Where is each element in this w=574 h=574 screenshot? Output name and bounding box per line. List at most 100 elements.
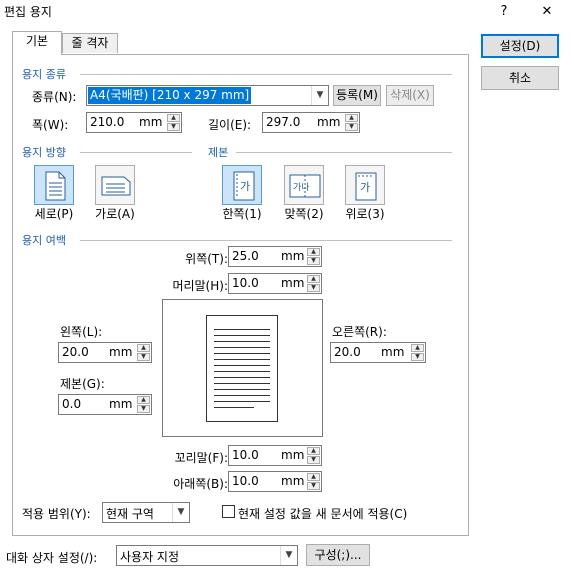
section-divider <box>236 152 452 153</box>
left-margin-value: 20.0 <box>62 345 89 359</box>
spin-down-icon[interactable]: ▼ <box>137 353 150 361</box>
facing-label: 맞쪽(2) <box>284 207 324 221</box>
register-button[interactable]: 등록(M) <box>333 85 381 106</box>
width-value: 210.0 <box>90 115 125 129</box>
length-label: 길이(E): <box>208 118 252 132</box>
preview-page-icon <box>206 315 278 422</box>
section-paper-type: 용지 종류 <box>22 66 70 82</box>
close-icon[interactable]: ✕ <box>536 2 558 22</box>
apply-new-label: 현재 설정 값을 새 문서에 적용(C) <box>238 507 408 521</box>
section-orientation: 용지 방향 <box>22 144 70 160</box>
spin-up-icon[interactable]: ▲ <box>137 396 150 404</box>
spin-up-icon[interactable]: ▲ <box>411 344 424 352</box>
binding-glyph: 가 <box>360 181 370 194</box>
footer-margin-spinner[interactable]: 10.0 mm ▲ ▼ <box>228 445 322 466</box>
page-preview <box>162 299 323 437</box>
dialog-settings-label: 대화 상자 설정(/): <box>6 551 98 565</box>
window-title: 편집 용지 <box>4 5 52 19</box>
spin-up-icon[interactable]: ▲ <box>307 248 320 256</box>
apply-scope-label: 적용 범위(Y): <box>22 507 91 521</box>
facing-option[interactable]: 가나 <box>284 165 324 205</box>
spin-down-icon[interactable]: ▼ <box>137 405 150 413</box>
ok-button[interactable]: 설정(D) <box>481 34 559 58</box>
tab-line-grid-label: 줄 격자 <box>71 36 109 50</box>
bottom-margin-unit: mm <box>281 474 305 488</box>
top-binding-option[interactable]: 가 <box>345 165 385 205</box>
spin-down-icon[interactable]: ▼ <box>307 284 320 292</box>
spin-up-icon[interactable]: ▲ <box>307 473 320 481</box>
length-unit: mm <box>317 115 341 129</box>
landscape-label: 가로(A) <box>95 207 135 221</box>
cancel-button[interactable]: 취소 <box>481 66 559 90</box>
top-margin-unit: mm <box>281 249 305 263</box>
apply-scope-value: 현재 구역 <box>106 507 154 521</box>
chevron-down-icon[interactable]: ▼ <box>172 503 189 522</box>
bottom-margin-label: 아래쪽(B): <box>173 477 228 491</box>
portrait-option[interactable] <box>34 165 74 205</box>
top-binding-icon: 가 <box>355 172 377 201</box>
dialog-settings-value: 사용자 지정 <box>120 550 180 564</box>
header-margin-value: 10.0 <box>232 276 259 290</box>
bottom-margin-value: 10.0 <box>232 474 259 488</box>
apply-new-checkbox[interactable] <box>222 505 235 518</box>
length-spinner[interactable]: 297.0 mm ▲ ▼ <box>262 112 360 133</box>
right-margin-unit: mm <box>381 345 405 359</box>
width-unit: mm <box>139 115 163 129</box>
spin-down-icon[interactable]: ▼ <box>307 456 320 464</box>
header-margin-label: 머리말(H): <box>172 279 228 293</box>
title-bar: 편집 용지 ? ✕ <box>0 0 574 28</box>
chevron-down-icon[interactable]: ▼ <box>311 86 328 105</box>
gutter-margin-value: 0.0 <box>62 397 82 411</box>
help-icon[interactable]: ? <box>493 2 515 22</box>
spin-down-icon[interactable]: ▼ <box>307 257 320 265</box>
single-side-option[interactable]: 가 <box>222 165 262 205</box>
footer-margin-value: 10.0 <box>232 448 259 462</box>
apply-scope-select[interactable]: 현재 구역 ▼ <box>102 502 190 523</box>
top-margin-label: 위쪽(T): <box>185 252 228 266</box>
header-margin-spinner[interactable]: 10.0 mm ▲ ▼ <box>228 273 322 294</box>
spin-down-icon[interactable]: ▼ <box>345 123 358 131</box>
section-divider <box>80 74 452 75</box>
left-margin-spinner[interactable]: 20.0 mm ▲ ▼ <box>58 342 152 363</box>
gutter-margin-label: 제본(G): <box>60 377 105 391</box>
spin-up-icon[interactable]: ▲ <box>345 114 358 122</box>
spin-up-icon[interactable]: ▲ <box>167 114 180 122</box>
spin-up-icon[interactable]: ▲ <box>307 447 320 455</box>
configure-button[interactable]: 구성(;)... <box>306 544 370 566</box>
section-binding: 제본 <box>208 144 233 160</box>
section-divider <box>80 152 192 153</box>
landscape-option[interactable] <box>95 165 135 205</box>
paper-kind-select[interactable]: A4(국배판) [210 x 297 mm] ▼ <box>86 85 329 106</box>
landscape-page-icon <box>101 176 131 196</box>
single-side-label: 한쪽(1) <box>222 207 262 221</box>
spin-up-icon[interactable]: ▲ <box>307 275 320 283</box>
chevron-down-icon[interactable]: ▼ <box>280 546 297 565</box>
left-margin-unit: mm <box>109 345 133 359</box>
delete-button[interactable]: 삭제(X) <box>386 85 434 106</box>
spin-down-icon[interactable]: ▼ <box>167 123 180 131</box>
length-value: 297.0 <box>266 115 301 129</box>
portrait-page-icon <box>45 171 66 201</box>
portrait-label: 세로(P) <box>34 207 74 221</box>
top-margin-value: 25.0 <box>232 249 259 263</box>
right-margin-value: 20.0 <box>334 345 361 359</box>
top-margin-spinner[interactable]: 25.0 mm ▲ ▼ <box>228 246 322 267</box>
spin-down-icon[interactable]: ▼ <box>307 482 320 490</box>
width-spinner[interactable]: 210.0 mm ▲ ▼ <box>86 112 182 133</box>
right-margin-spinner[interactable]: 20.0 mm ▲ ▼ <box>330 342 426 363</box>
width-label: 폭(W): <box>32 118 69 132</box>
spin-up-icon[interactable]: ▲ <box>137 344 150 352</box>
section-margins: 용지 여백 <box>22 232 70 248</box>
tab-basic[interactable]: 기본 <box>12 31 62 55</box>
tab-line-grid[interactable]: 줄 격자 <box>62 33 118 53</box>
top-binding-label: 위로(3) <box>345 207 385 221</box>
facing-binding-icon: 가나 <box>289 174 321 198</box>
spin-down-icon[interactable]: ▼ <box>411 353 424 361</box>
dialog-settings-select[interactable]: 사용자 지정 ▼ <box>116 545 298 566</box>
single-side-binding-icon: 가 <box>233 171 255 201</box>
gutter-margin-spinner[interactable]: 0.0 mm ▲ ▼ <box>58 394 152 415</box>
bottom-margin-spinner[interactable]: 10.0 mm ▲ ▼ <box>228 471 322 492</box>
paper-kind-value: A4(국배판) [210 x 297 mm] <box>88 87 252 104</box>
section-divider <box>80 240 452 241</box>
footer-margin-unit: mm <box>281 448 305 462</box>
